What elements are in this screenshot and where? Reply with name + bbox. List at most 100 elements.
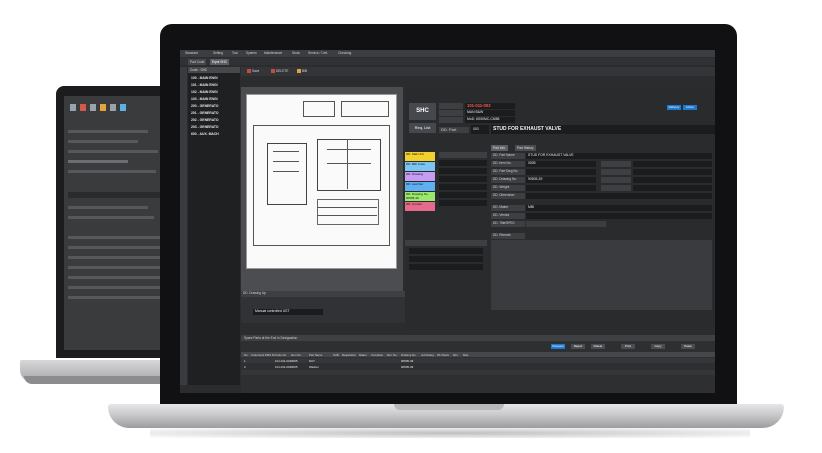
chip-label: DD. Current — [406, 202, 423, 206]
sidebar-tree: Code - SHC 100 - MAIN ENGI 101 - MAIN EN… — [188, 67, 240, 385]
chip-value: 90505-39 — [406, 196, 419, 200]
stock-row — [439, 184, 487, 190]
info-value[interactable]: 0005 — [526, 161, 596, 167]
dwg-list-row[interactable] — [409, 248, 483, 254]
menu-item[interactable]: Checking — [338, 51, 351, 55]
info-value[interactable] — [633, 161, 712, 167]
info-label: DD. Weight — [491, 185, 525, 191]
code-no-label — [439, 103, 463, 109]
tab-eqmt-shc[interactable]: Eqmt SHC — [210, 59, 230, 65]
table-title: Spare Parts at the End in Designation — [241, 335, 715, 341]
drawing-line — [347, 139, 348, 189]
table-row[interactable] — [241, 376, 715, 381]
list-item — [68, 170, 156, 173]
engine-view-front — [317, 139, 381, 191]
drawing-line — [253, 245, 390, 246]
drawing-line — [273, 171, 299, 172]
table-row[interactable] — [241, 370, 715, 375]
cell: 101-011-002 — [275, 365, 292, 369]
sidebar-item[interactable]: 202 - GENERATO — [191, 118, 219, 122]
delete-row-button[interactable]: Delete — [591, 344, 605, 349]
info-value[interactable] — [526, 193, 712, 199]
chip-label: DD. Last Ser. — [406, 182, 424, 186]
menu-item[interactable]: Service / Cert. — [308, 51, 328, 55]
list-item — [68, 130, 148, 133]
req-list-button[interactable]: Req. List — [409, 123, 436, 133]
chip-label: DD. Drawing — [406, 172, 424, 176]
save-button[interactable]: Save — [247, 69, 259, 74]
info-value[interactable] — [633, 185, 712, 191]
info-label: DD. Part Name — [491, 153, 525, 159]
part-name-field[interactable]: STUD FOR EXHAUST VALVE — [491, 125, 715, 134]
request-button[interactable]: Request — [551, 344, 565, 349]
sidebar-item[interactable]: 103 - MAIN ENGI — [191, 97, 218, 101]
sidebar-item[interactable]: 203 - GENERATO — [191, 125, 219, 129]
remark-area[interactable] — [491, 240, 712, 310]
info-value[interactable]: STUD FOR EXHAUST VALVE — [526, 153, 712, 159]
list-item — [68, 236, 162, 239]
menu-item[interactable]: Standard — [185, 51, 198, 55]
tab-part-history[interactable]: Part History — [515, 145, 536, 151]
info-value[interactable]: 90505-39 — [526, 177, 596, 183]
sidebar-item[interactable]: 201 - GENERATO — [191, 111, 219, 115]
list-item — [68, 276, 162, 279]
info-label — [601, 169, 631, 175]
bib-button[interactable]: BIB — [297, 69, 307, 74]
sidebar-item[interactable]: 101 - MAIN ENGI — [191, 83, 218, 87]
list-item — [68, 140, 138, 143]
chip-bklt: DD. Bklt Code — [405, 162, 435, 171]
info-value[interactable] — [526, 169, 596, 175]
print-button[interactable]: Print — [621, 344, 635, 349]
info-label — [601, 161, 631, 167]
copy-button[interactable]: Copy — [651, 344, 665, 349]
info-value[interactable] — [633, 177, 712, 183]
menu-item[interactable]: Maintenance — [264, 51, 282, 55]
drawing-list-panel: DD. Drawing Up Manual controlled UST — [241, 291, 405, 323]
info-value[interactable] — [526, 221, 606, 227]
save-label: Save — [252, 69, 260, 73]
dwg-list-row[interactable] — [409, 256, 483, 262]
list-item — [68, 192, 160, 198]
info-label: DD. Vendor — [491, 213, 525, 219]
delete-button[interactable]: DELETE — [271, 69, 288, 74]
model-label — [439, 117, 463, 123]
dwg-list-row[interactable] — [409, 264, 483, 270]
menu-item[interactable]: Stock — [292, 51, 300, 55]
paste-button[interactable]: Paste — [681, 344, 695, 349]
toolbar-icon — [110, 104, 116, 111]
sidebar-header: Code - SHC — [188, 67, 240, 73]
menu-item[interactable]: Tool — [232, 51, 238, 55]
drawing-list-entry[interactable]: Manual controlled UST — [253, 309, 323, 315]
cell: 2 — [244, 365, 246, 369]
tab-part-code[interactable]: Part Code — [188, 59, 207, 65]
sidebar-item[interactable]: 102 - MAIN ENGI — [191, 90, 218, 94]
sidebar-item[interactable]: 200 - GENERATO — [191, 104, 219, 108]
info-value[interactable] — [526, 185, 596, 191]
technical-drawing[interactable] — [246, 94, 397, 269]
stock-row — [439, 176, 487, 182]
menu-item[interactable]: System — [246, 51, 257, 55]
title-block — [303, 101, 335, 117]
active-button[interactable]: Active — [683, 105, 697, 110]
delivery-button[interactable]: Delivery — [667, 105, 681, 110]
sidebar-item[interactable]: 600 - AUX. MACH — [191, 132, 219, 136]
drawing-line — [273, 151, 299, 152]
engine-view-side — [267, 143, 307, 205]
tab-part-info[interactable]: Part Info. — [491, 145, 508, 151]
app-screen: Standard Setting Tool System Maintenance… — [180, 50, 715, 393]
chip-unit: DD. Mak Unit — [405, 152, 435, 161]
info-value[interactable] — [633, 169, 712, 175]
list-item — [68, 266, 162, 269]
info-value[interactable]: MBI — [526, 205, 712, 211]
list-item — [68, 286, 162, 289]
info-label — [601, 185, 631, 191]
info-label: DD. Dimension — [491, 193, 525, 199]
sidebar-item[interactable]: 100 - MAIN ENGI — [191, 76, 218, 80]
drawing-line — [327, 149, 371, 150]
cell: 0005 — [291, 359, 298, 363]
reject-button[interactable]: Reject — [571, 344, 585, 349]
info-value[interactable] — [526, 213, 712, 219]
drawing-line — [253, 125, 389, 126]
delete-icon — [271, 69, 275, 74]
menu-item[interactable]: Setting — [213, 51, 223, 55]
